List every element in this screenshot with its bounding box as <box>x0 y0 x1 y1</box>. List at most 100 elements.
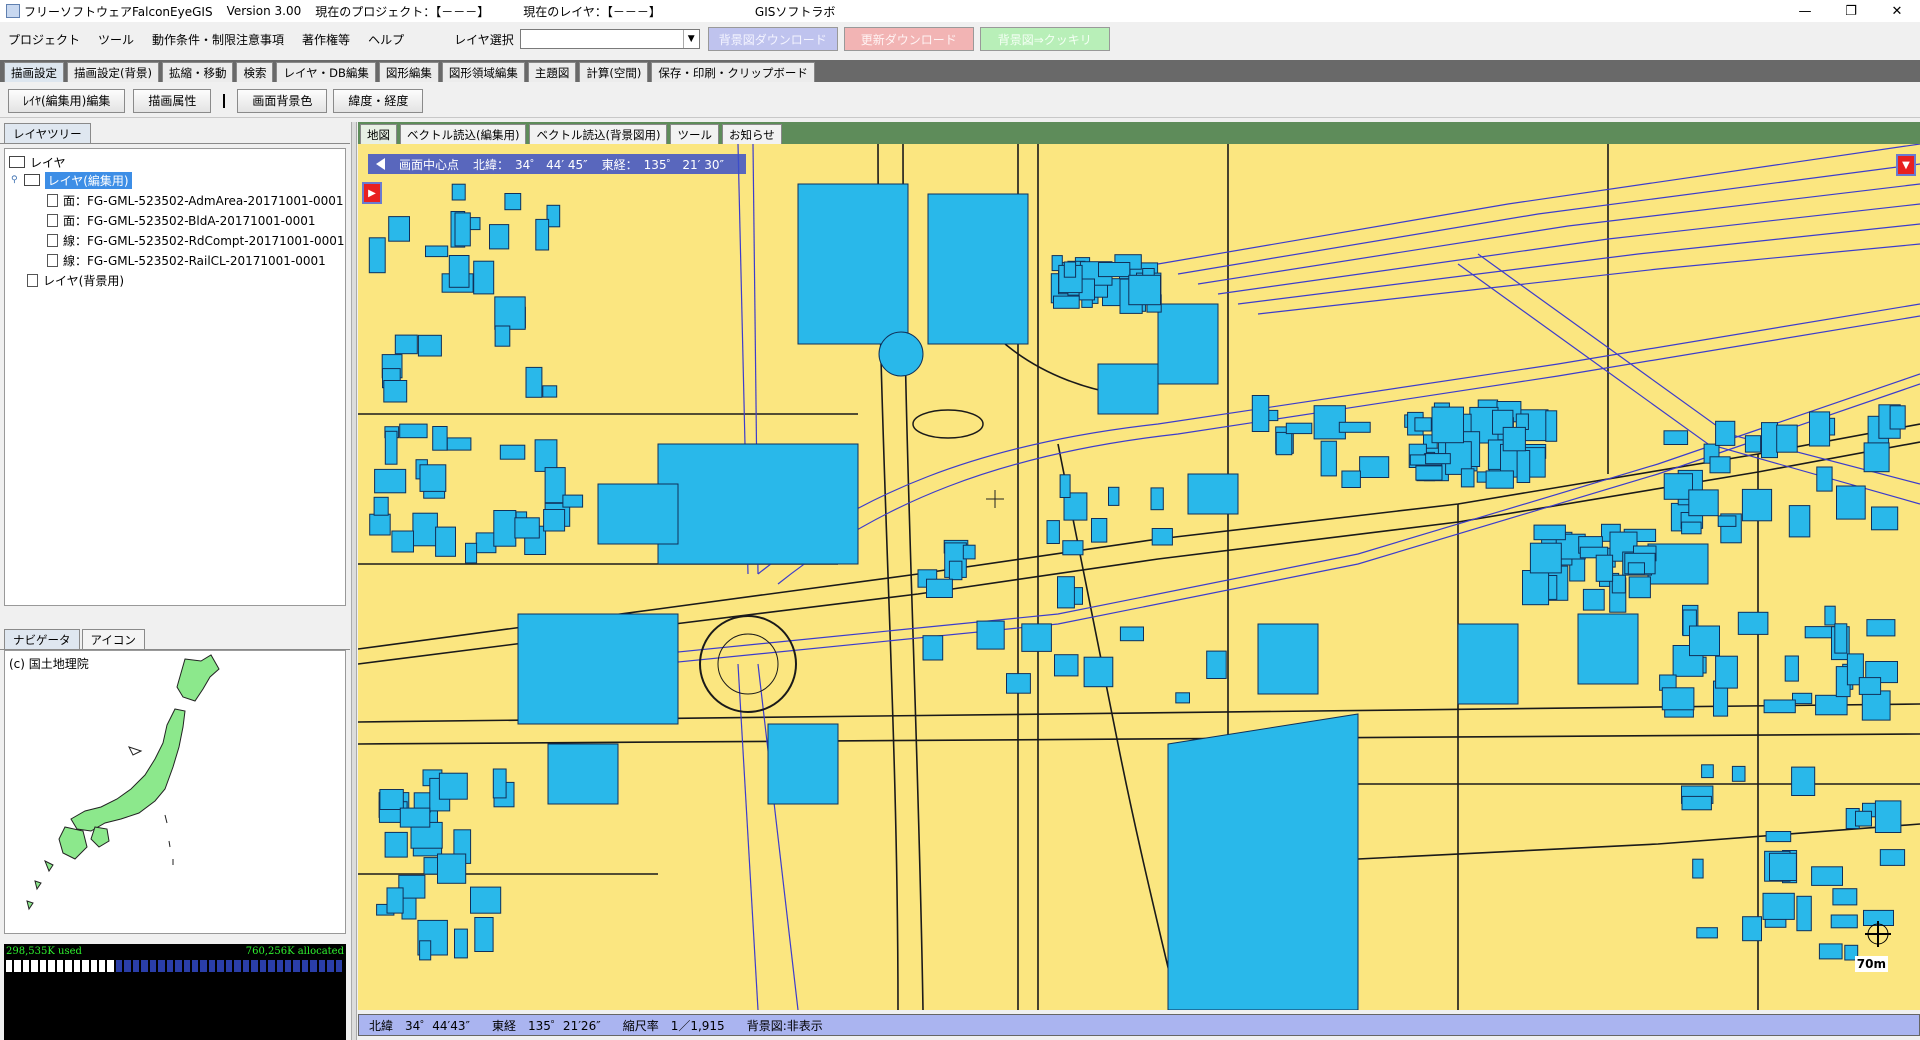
crosshair-icon <box>986 490 1004 508</box>
draw-attributes-button[interactable]: 描画属性 <box>133 88 212 113</box>
building-block <box>1688 489 1719 517</box>
building-block <box>1516 450 1531 483</box>
memory-bar-segment <box>217 960 226 972</box>
maximize-button[interactable]: ❐ <box>1828 0 1874 22</box>
map-canvas[interactable]: 画面中心点 北緯： 34゜ 44′ 45″ 東経： 135゜ 21′ 30″ ▶… <box>358 144 1920 1010</box>
memory-bar-segment <box>318 960 328 972</box>
building-block <box>1415 465 1443 481</box>
building-block <box>388 216 410 242</box>
building-block <box>448 255 470 288</box>
tree-node-edit-layer[interactable]: ⚲ レイヤ(編集用) <box>11 171 132 189</box>
tree-item-blda[interactable]: 面：FG-GML-523502-BldA-20171001-0001 <box>47 211 316 229</box>
building-block <box>412 512 438 547</box>
building-block <box>493 510 517 547</box>
tab-spatial-calc[interactable]: 計算(空間) <box>579 62 649 82</box>
tree-item-admarea[interactable]: 面：FG-GML-523502-AdmArea-20171001-0001 <box>47 191 344 209</box>
building-block <box>1709 456 1731 474</box>
building-block <box>976 620 1005 650</box>
tab-thematic-map[interactable]: 主題図 <box>527 62 577 82</box>
tab-save-print[interactable]: 保存・印刷・クリップボード <box>651 62 815 82</box>
building-block <box>384 831 408 858</box>
tab-zoom-move[interactable]: 拡縮・移動 <box>161 62 234 82</box>
building-block <box>926 578 953 599</box>
building-block <box>1119 626 1145 642</box>
memory-bar-segment <box>107 960 116 972</box>
building-block <box>1251 395 1270 432</box>
tab-search[interactable]: 検索 <box>236 62 274 82</box>
tab-shape-edit[interactable]: 図形編集 <box>378 62 439 82</box>
memory-bar-segment <box>14 960 23 972</box>
roundabout-inner <box>717 633 779 695</box>
menu-tools[interactable]: ツール <box>98 31 134 48</box>
tab-navigator[interactable]: ナビゲータ <box>4 629 80 649</box>
tree-item-rdcompt[interactable]: 線：FG-GML-523502-RdCompt-20171001-0001 <box>47 231 345 249</box>
map-tabs: 地図 ベクトル読込(編集用) ベクトル読込(背景図用) ツール お知らせ <box>358 122 1920 144</box>
tree-node-root[interactable]: レイヤ <box>9 153 66 171</box>
building-block <box>1765 831 1792 843</box>
building-block <box>1275 431 1293 456</box>
tab-map[interactable]: 地図 <box>360 124 397 144</box>
lat-lon-button[interactable]: 緯度・経度 <box>333 88 424 113</box>
layer-select-dropdown[interactable]: ▼ <box>519 29 700 49</box>
building-block <box>1717 515 1737 527</box>
building-block <box>474 917 494 952</box>
update-download-button[interactable]: 更新ダウンロード <box>843 27 974 51</box>
panel-splitter[interactable] <box>351 122 357 1040</box>
center-point-label: 画面中心点 <box>399 157 460 172</box>
tab-vector-load-bg[interactable]: ベクトル読込(背景図用) <box>529 124 668 144</box>
tab-layer-tree[interactable]: レイヤツリー <box>4 123 91 143</box>
tab-notices[interactable]: お知らせ <box>721 124 782 144</box>
expand-panel-icon[interactable]: ▶ <box>362 182 382 204</box>
screen-bg-color-button[interactable]: 画面背景色 <box>237 88 328 113</box>
tab-vector-load-edit[interactable]: ベクトル読込(編集用) <box>400 124 527 144</box>
expand-icon[interactable]: ⚲ <box>11 175 18 185</box>
download-background-button[interactable]: 背景図ダウンロード <box>707 27 838 51</box>
menu-conditions[interactable]: 動作条件・制限注意事項 <box>152 31 284 48</box>
roundabout <box>699 615 797 713</box>
memory-bar-segment <box>6 960 15 972</box>
tab-shape-area-edit[interactable]: 図形領域編集 <box>441 62 525 82</box>
building-block <box>1062 540 1084 556</box>
menu-project[interactable]: プロジェクト <box>8 31 80 48</box>
map-drawing[interactable] <box>358 144 1920 1010</box>
memory-bar-segment <box>115 960 125 972</box>
building-block <box>1341 470 1361 488</box>
menu-copyright[interactable]: 著作権等 <box>302 31 350 48</box>
collapse-arrow-icon[interactable] <box>376 158 385 170</box>
building-block <box>514 517 540 539</box>
chevron-down-icon[interactable]: ▼ <box>682 30 699 48</box>
building-block <box>1879 849 1906 866</box>
building-block <box>1627 562 1646 575</box>
navigator-map[interactable]: (c) 国土地理院 <box>4 650 346 934</box>
app-title: フリーソフトウェアFalconEyeGIS <box>24 4 213 19</box>
tab-draw-settings-bg[interactable]: 描画設定(背景) <box>67 62 159 82</box>
building-block <box>451 183 466 201</box>
layer-tree[interactable]: レイヤ ⚲ レイヤ(編集用) 面：FG-GML-523502-AdmArea-2… <box>4 148 346 606</box>
building-block <box>454 928 468 959</box>
memory-bar-segment <box>149 960 159 972</box>
building-block <box>1529 542 1562 574</box>
building-block <box>1338 421 1371 433</box>
memory-bar-segment <box>39 960 49 972</box>
building-block <box>1285 422 1313 435</box>
building-block <box>386 887 404 914</box>
building-block <box>1460 468 1475 488</box>
building-block <box>1057 576 1075 609</box>
map-panel: 地図 ベクトル読込(編集用) ベクトル読込(背景図用) ツール お知らせ 画面中… <box>358 122 1920 1040</box>
tree-item-railcl[interactable]: 線：FG-GML-523502-RailCL-20171001-0001 <box>47 251 326 269</box>
edit-layer-button[interactable]: ﾚｲﾔ(編集用)編集 <box>8 88 126 113</box>
memory-bar-segment <box>293 960 302 972</box>
dropdown-panel-icon[interactable]: ▼ <box>1896 154 1916 176</box>
tab-layer-db-edit[interactable]: レイヤ・DB編集 <box>276 62 376 82</box>
building-block <box>1206 650 1227 680</box>
memory-bar-segment <box>65 960 74 972</box>
memory-bar-segment <box>141 960 150 972</box>
background-sharpen-button[interactable]: 背景図⇒クッキリ <box>979 27 1110 51</box>
close-button[interactable]: ✕ <box>1874 0 1920 22</box>
tree-node-bg-layer[interactable]: レイヤ(背景用) <box>27 271 124 289</box>
tab-draw-settings[interactable]: 描画設定 <box>4 62 64 82</box>
menu-help[interactable]: ヘルプ <box>368 31 404 48</box>
tab-icons[interactable]: アイコン <box>81 629 145 649</box>
tab-tools[interactable]: ツール <box>670 124 719 144</box>
minimize-button[interactable]: — <box>1782 0 1828 22</box>
